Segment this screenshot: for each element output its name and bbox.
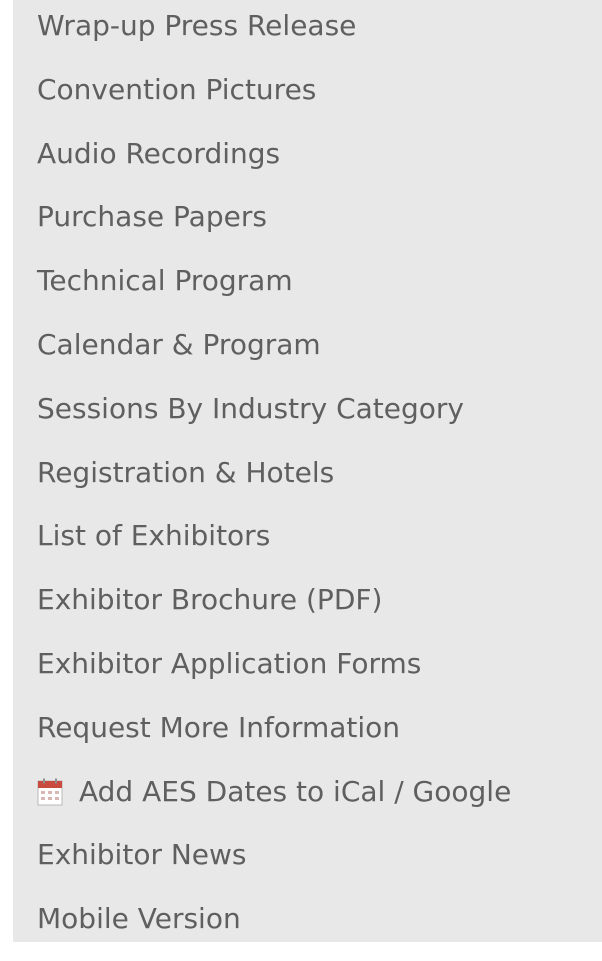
- sidebar-item-sessions-by-industry-category: Sessions By Industry Category: [37, 387, 597, 451]
- sidebar-item-calendar-program: Calendar & Program: [37, 323, 597, 387]
- sidebar-item-list-of-exhibitors: List of Exhibitors: [37, 514, 597, 578]
- sidebar-item-registration-hotels: Registration & Hotels: [37, 451, 597, 515]
- sidebar-item-wrap-up-press-release: Wrap-up Press Release: [37, 4, 597, 68]
- list-of-exhibitors-link[interactable]: List of Exhibitors: [37, 514, 270, 550]
- exhibitor-application-forms-link[interactable]: Exhibitor Application Forms: [37, 642, 421, 678]
- sidebar-nav-list: Wrap-up Press Release Convention Picture…: [37, 4, 597, 961]
- exhibitor-news-link[interactable]: Exhibitor News: [37, 833, 247, 869]
- technical-program-link[interactable]: Technical Program: [37, 259, 293, 295]
- sidebar-item-technical-program: Technical Program: [37, 259, 597, 323]
- sidebar-item-exhibitor-application-forms: Exhibitor Application Forms: [37, 642, 597, 706]
- wrap-up-press-release-link[interactable]: Wrap-up Press Release: [37, 4, 356, 40]
- registration-hotels-link[interactable]: Registration & Hotels: [37, 451, 334, 487]
- exhibitor-brochure-link[interactable]: Exhibitor Brochure (PDF): [37, 578, 382, 614]
- sidebar-item-mobile-version: Mobile Version: [37, 897, 597, 961]
- add-aes-dates-label: Add AES Dates to iCal / Google: [79, 774, 512, 808]
- sidebar-item-request-more-information: Request More Information: [37, 706, 597, 770]
- sidebar-item-purchase-papers: Purchase Papers: [37, 195, 597, 259]
- calendar-program-link[interactable]: Calendar & Program: [37, 323, 321, 359]
- sidebar-item-exhibitor-brochure: Exhibitor Brochure (PDF): [37, 578, 597, 642]
- sessions-by-industry-category-link[interactable]: Sessions By Industry Category: [37, 387, 464, 423]
- sidebar-item-convention-pictures: Convention Pictures: [37, 68, 597, 132]
- calendar-icon: [37, 778, 63, 806]
- purchase-papers-link[interactable]: Purchase Papers: [37, 195, 267, 231]
- request-more-information-link[interactable]: Request More Information: [37, 706, 400, 742]
- mobile-version-link[interactable]: Mobile Version: [37, 897, 241, 933]
- audio-recordings-link[interactable]: Audio Recordings: [37, 132, 280, 168]
- sidebar-item-exhibitor-news: Exhibitor News: [37, 833, 597, 897]
- sidebar-panel: Wrap-up Press Release Convention Picture…: [13, 0, 602, 942]
- convention-pictures-link[interactable]: Convention Pictures: [37, 68, 316, 104]
- sidebar-item-audio-recordings: Audio Recordings: [37, 132, 597, 196]
- sidebar-item-add-aes-dates: Add AES Dates to iCal / Google: [37, 770, 597, 834]
- add-aes-dates-link[interactable]: Add AES Dates to iCal / Google: [37, 770, 511, 806]
